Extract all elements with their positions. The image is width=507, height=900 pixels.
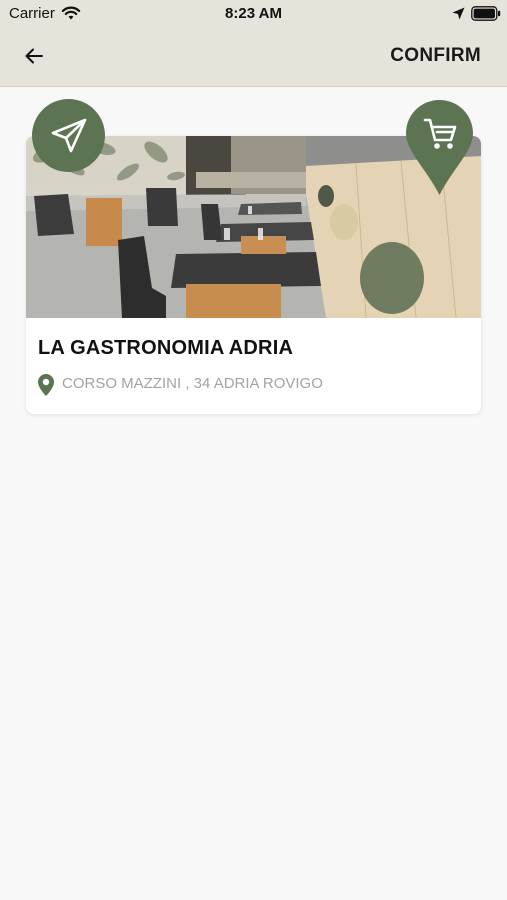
restaurant-address: CORSO MAZZINI , 34 ADRIA ROVIGO — [62, 375, 323, 392]
status-time: 8:23 AM — [225, 5, 282, 22]
restaurant-name: LA GASTRONOMIA ADRIA — [38, 337, 294, 359]
location-arrow-icon — [452, 7, 465, 20]
back-button[interactable] — [20, 42, 48, 70]
status-bar: Carrier 8:23 AM — [0, 0, 507, 28]
battery-icon — [471, 6, 501, 21]
navigation-bar: Carrier 8:23 AM CONFIRM — [0, 0, 507, 87]
map-pin-icon — [38, 374, 54, 396]
cart-button[interactable] — [405, 99, 474, 196]
send-button[interactable] — [32, 99, 105, 172]
confirm-button[interactable]: CONFIRM — [390, 45, 481, 67]
paper-plane-icon — [51, 118, 86, 152]
arrow-left-icon — [25, 48, 43, 64]
